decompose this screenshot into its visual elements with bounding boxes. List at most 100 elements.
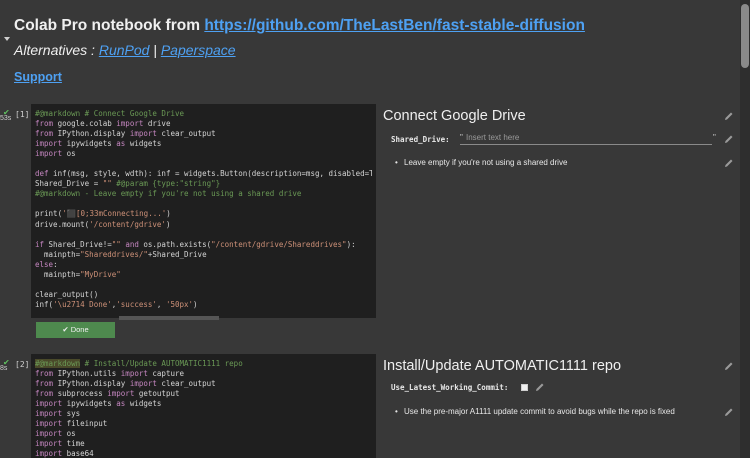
run-cell-button[interactable]: ✔ 53s	[0, 100, 12, 140]
code-token: clear_output()	[35, 289, 99, 299]
code-token: ipywidgets	[62, 399, 117, 409]
code-token: import	[35, 399, 63, 409]
code-token: mainpth=	[35, 269, 81, 279]
code-token: from	[35, 379, 54, 389]
code-token: ,	[156, 299, 166, 309]
code-line: from google.colab import drive	[35, 119, 372, 129]
code-token: ""	[102, 179, 112, 189]
code-token: "Shareddrives/"	[80, 249, 148, 259]
code-line: import os	[35, 149, 372, 159]
code-line: from IPython.display import clear_output	[35, 379, 372, 389]
run-cell-button[interactable]: ✔ 8s	[0, 350, 12, 390]
code-line: mainpth="MyDrive"	[35, 270, 372, 280]
paperspace-link[interactable]: Paperspace	[161, 42, 236, 58]
code-line: #@markdown # Install/Update AUTOMATIC111…	[35, 359, 372, 369]
code-line: inf('\u2714 Done','success', '50px')	[35, 300, 372, 310]
code-line: drive.mount('/content/gdrive')	[35, 220, 372, 230]
edit-pencil-icon[interactable]	[724, 111, 734, 121]
page-scrollbar[interactable]	[740, 0, 750, 458]
code-editor[interactable]: #@markdown # Install/Update AUTOMATIC111…	[31, 354, 376, 458]
edit-pencil-icon[interactable]	[724, 407, 734, 417]
code-token: as	[116, 139, 126, 149]
cell-output: ✔ Done	[31, 316, 376, 342]
code-line: def inf(msg, style, wdth): inf = widgets…	[35, 169, 372, 179]
code-token: fileinput	[62, 419, 108, 429]
code-token: inf(msg, style, wdth): inf = widgets.But…	[48, 169, 372, 179]
code-cell-install-repo: ✔ 8s [2] #@markdown # Install/Update AUT…	[0, 350, 740, 458]
code-token: '/content/gdrive'	[89, 219, 166, 229]
code-line: from IPython.display import clear_output	[35, 129, 372, 139]
code-token: )	[165, 219, 171, 229]
form-panel: Connect Google Drive Shared_Drive: " " L…	[378, 100, 740, 345]
code-token: import	[129, 129, 157, 139]
edit-pencil-icon[interactable]	[724, 361, 734, 371]
code-token: ""	[111, 239, 121, 249]
code-token: drive.mount(	[35, 219, 90, 229]
code-token: #@param {type:"string"}	[111, 179, 221, 189]
shared-drive-label: Shared_Drive:	[391, 135, 450, 144]
code-token: '⬛[0;33mConnecting...'	[62, 209, 167, 219]
code-editor[interactable]: #@markdown # Connect Google Drive from go…	[31, 104, 376, 318]
code-token: '50px'	[165, 299, 194, 309]
support-link[interactable]: Support	[14, 70, 62, 84]
code-token: clear_output	[156, 379, 216, 389]
code-line: #@markdown - Leave empty if you're not u…	[35, 189, 372, 199]
shared-drive-note: Leave empty if you're not using a shared…	[395, 158, 567, 167]
code-token: import	[107, 389, 135, 399]
latest-commit-checkbox[interactable]	[521, 384, 528, 391]
form-title: Connect Google Drive	[383, 108, 526, 124]
alternatives-prefix: Alternatives :	[14, 42, 99, 58]
code-token: base64	[62, 449, 94, 458]
code-token: as	[116, 399, 126, 409]
code-token: drive	[143, 119, 171, 129]
code-line: import os	[35, 429, 372, 439]
code-token: "MyDrive"	[80, 269, 121, 279]
code-token: and	[125, 239, 139, 249]
edit-pencil-icon[interactable]	[724, 158, 734, 168]
execution-time: 8s	[0, 365, 8, 372]
code-line: from IPython.utils import capture	[35, 369, 372, 379]
done-status-button[interactable]: ✔ Done	[36, 322, 115, 338]
code-token: #@markdown # Connect Google Drive	[35, 109, 185, 118]
code-line: mainpth="Shareddrives/"+Shared_Drive	[35, 250, 372, 260]
code-token: )	[193, 299, 198, 309]
code-line: import time	[35, 439, 372, 449]
github-repo-link[interactable]: https://github.com/TheLastBen/fast-stabl…	[204, 17, 585, 34]
code-cell-connect-drive: ✔ 53s [1] #@markdown # Connect Google Dr…	[0, 100, 740, 345]
code-token: os.path.exists(	[138, 239, 212, 249]
code-token: from	[35, 389, 54, 399]
code-token: os	[62, 429, 76, 439]
code-token: import	[35, 419, 63, 429]
code-line: import fileinput	[35, 419, 372, 429]
code-line: import sys	[35, 409, 372, 419]
code-token: import	[35, 139, 63, 149]
runpod-link[interactable]: RunPod	[99, 42, 150, 58]
code-line: if Shared_Drive!="" and os.path.exists("…	[35, 240, 372, 250]
code-token: #@markdown	[35, 359, 81, 368]
edit-pencil-icon[interactable]	[535, 382, 545, 392]
code-token: from	[35, 119, 54, 129]
code-line: from subprocess import getoutput	[35, 389, 372, 399]
code-token: IPython.display	[53, 129, 130, 139]
code-token: time	[62, 439, 85, 449]
output-divider	[119, 316, 219, 320]
code-token: # Install/Update AUTOMATIC1111 repo	[80, 359, 243, 368]
form-title: Install/Update AUTOMATIC1111 repo	[383, 358, 622, 374]
header-text-cell: Colab Pro notebook from https://github.c…	[0, 0, 740, 98]
code-lines: #@markdown # Install/Update AUTOMATIC111…	[31, 354, 376, 458]
shared-drive-input[interactable]	[460, 131, 712, 145]
form-panel: Install/Update AUTOMATIC1111 repo Use_La…	[378, 350, 740, 458]
code-line: #@markdown # Connect Google Drive	[35, 109, 372, 119]
code-token: ):	[346, 239, 356, 249]
quote-mark: "	[713, 133, 716, 142]
code-token: def	[35, 169, 49, 179]
collapse-section-icon[interactable]	[4, 37, 10, 41]
edit-pencil-icon[interactable]	[724, 134, 734, 144]
code-token: '\u2714 Done'	[53, 299, 112, 309]
latest-commit-note: Use the pre-major A1111 update commit to…	[395, 407, 675, 416]
alternatives-separator: |	[149, 42, 161, 58]
scrollbar-thumb[interactable]	[741, 4, 749, 68]
code-lines: #@markdown # Connect Google Drive from go…	[31, 104, 376, 310]
